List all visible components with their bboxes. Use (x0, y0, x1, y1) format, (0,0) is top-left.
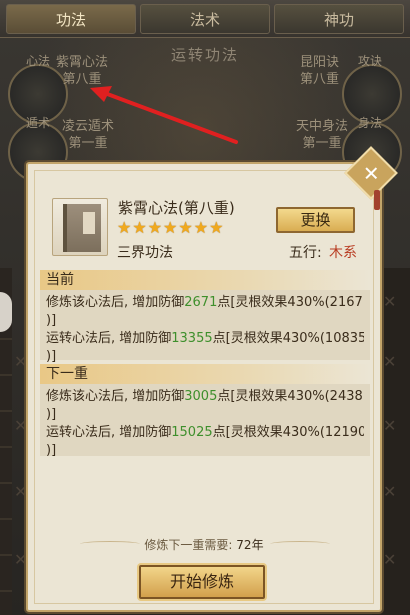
effect-text: 点[灵根效果430%(10835 (212, 331, 364, 346)
effect-line: )] (46, 443, 57, 458)
effect-text: 点[灵根效果430%(2438 (217, 389, 363, 404)
effect-text: 点[灵根效果430%(12190 (212, 425, 364, 440)
effect-value: 3005 (184, 389, 218, 404)
effect-value: 13355 (171, 331, 213, 346)
current-level-effects: 修炼该心法后, 增加防御2671点[灵根效果430%(2167 )] 运转心法后… (40, 290, 370, 364)
star-icon: ★ (147, 218, 163, 237)
effect-text: 运转心法后, 增加防御 (46, 331, 172, 346)
slot-dunshu-tag: 遁术 (26, 116, 51, 130)
replace-button[interactable]: 更换 (276, 207, 355, 233)
star-icon: ★ (117, 218, 132, 237)
star-icon: ★ (193, 218, 209, 237)
close-icon[interactable]: ✕ (363, 161, 380, 185)
star-rating: ★ ★ ★ ★ ★ ★ ★ (117, 220, 223, 236)
slot-xinfa-label: 紫霄心法 第八重 (56, 55, 109, 87)
cross-decor-icon: ✕ (383, 482, 397, 501)
effect-text: 运转心法后, 增加防御 (46, 425, 172, 440)
left-drawer-handle[interactable] (0, 292, 12, 332)
star-icon: ★ (178, 218, 193, 237)
star-icon: ★ (163, 218, 178, 237)
effect-line: 修炼该心法后, 增加防御2671点[灵根效果430%(2167 (46, 294, 364, 312)
slot-xinfa-tag: 心法 (26, 54, 51, 68)
next-level-effects: 修炼该心法后, 增加防御3005点[灵根效果430%(2438 )] 运转心法后… (40, 384, 370, 458)
element-value: 木系 (329, 245, 357, 261)
effect-value: 2671 (184, 295, 218, 310)
book-title-strip (83, 212, 95, 234)
effect-value: 15025 (171, 425, 213, 440)
star-icon: ★ (209, 218, 224, 237)
slot-gongjue-label: 昆阳诀 第八重 (300, 55, 340, 87)
cross-decor-icon: ✕ (383, 292, 397, 311)
effect-text: 点[灵根效果430%(2167 (217, 295, 363, 310)
current-level-header: 当前 (40, 270, 370, 290)
next-level-header: 下一重 (40, 364, 370, 384)
cross-decor-icon: ✕ (383, 416, 397, 435)
slot-shenfa-label: 天中身法 第一重 (296, 119, 349, 151)
tab-fashu[interactable]: 法术 (140, 4, 270, 34)
effect-text: 修炼该心法后, 增加防御 (46, 295, 185, 310)
tab-gongfa[interactable]: 功法 (6, 4, 136, 34)
skill-book-icon (52, 198, 108, 256)
cross-decor-icon: ✕ (383, 352, 397, 371)
effect-line: )] (46, 407, 57, 422)
effect-line: 运转心法后, 增加防御13355点[灵根效果430%(10835 (46, 330, 364, 348)
book-cover (63, 204, 101, 252)
slot-shenfa-tag: 身法 (358, 116, 383, 130)
effect-line: )] (46, 313, 57, 328)
tassel-decor (374, 190, 380, 210)
element-label: 五行: (289, 245, 322, 261)
skill-name: 紫霄心法(第八重) (118, 199, 235, 217)
cross-decor-icon: ✕ (383, 550, 397, 569)
top-tab-bar: 功法 法术 神功 (0, 0, 410, 38)
star-icon: ★ (132, 218, 147, 237)
effect-line: 修炼该心法后, 增加防御3005点[灵根效果430%(2438 (46, 388, 364, 406)
slot-gongjue-tag: 攻诀 (358, 54, 383, 68)
skill-type: 三界功法 (117, 245, 173, 261)
tab-shengong[interactable]: 神功 (274, 4, 404, 34)
requirement-label: 修炼下一重需要: (144, 538, 233, 552)
slot-dunshu-label: 凌云遁术 第一重 (62, 119, 115, 151)
start-cultivation-button[interactable]: 开始修炼 (139, 565, 265, 599)
effect-line: 运转心法后, 增加防御15025点[灵根效果430%(12190 (46, 424, 364, 442)
requirement-value: 72年 (236, 538, 264, 552)
requirement-text: 修炼下一重需要: 72年 (26, 536, 382, 553)
effect-text: 修炼该心法后, 增加防御 (46, 389, 185, 404)
